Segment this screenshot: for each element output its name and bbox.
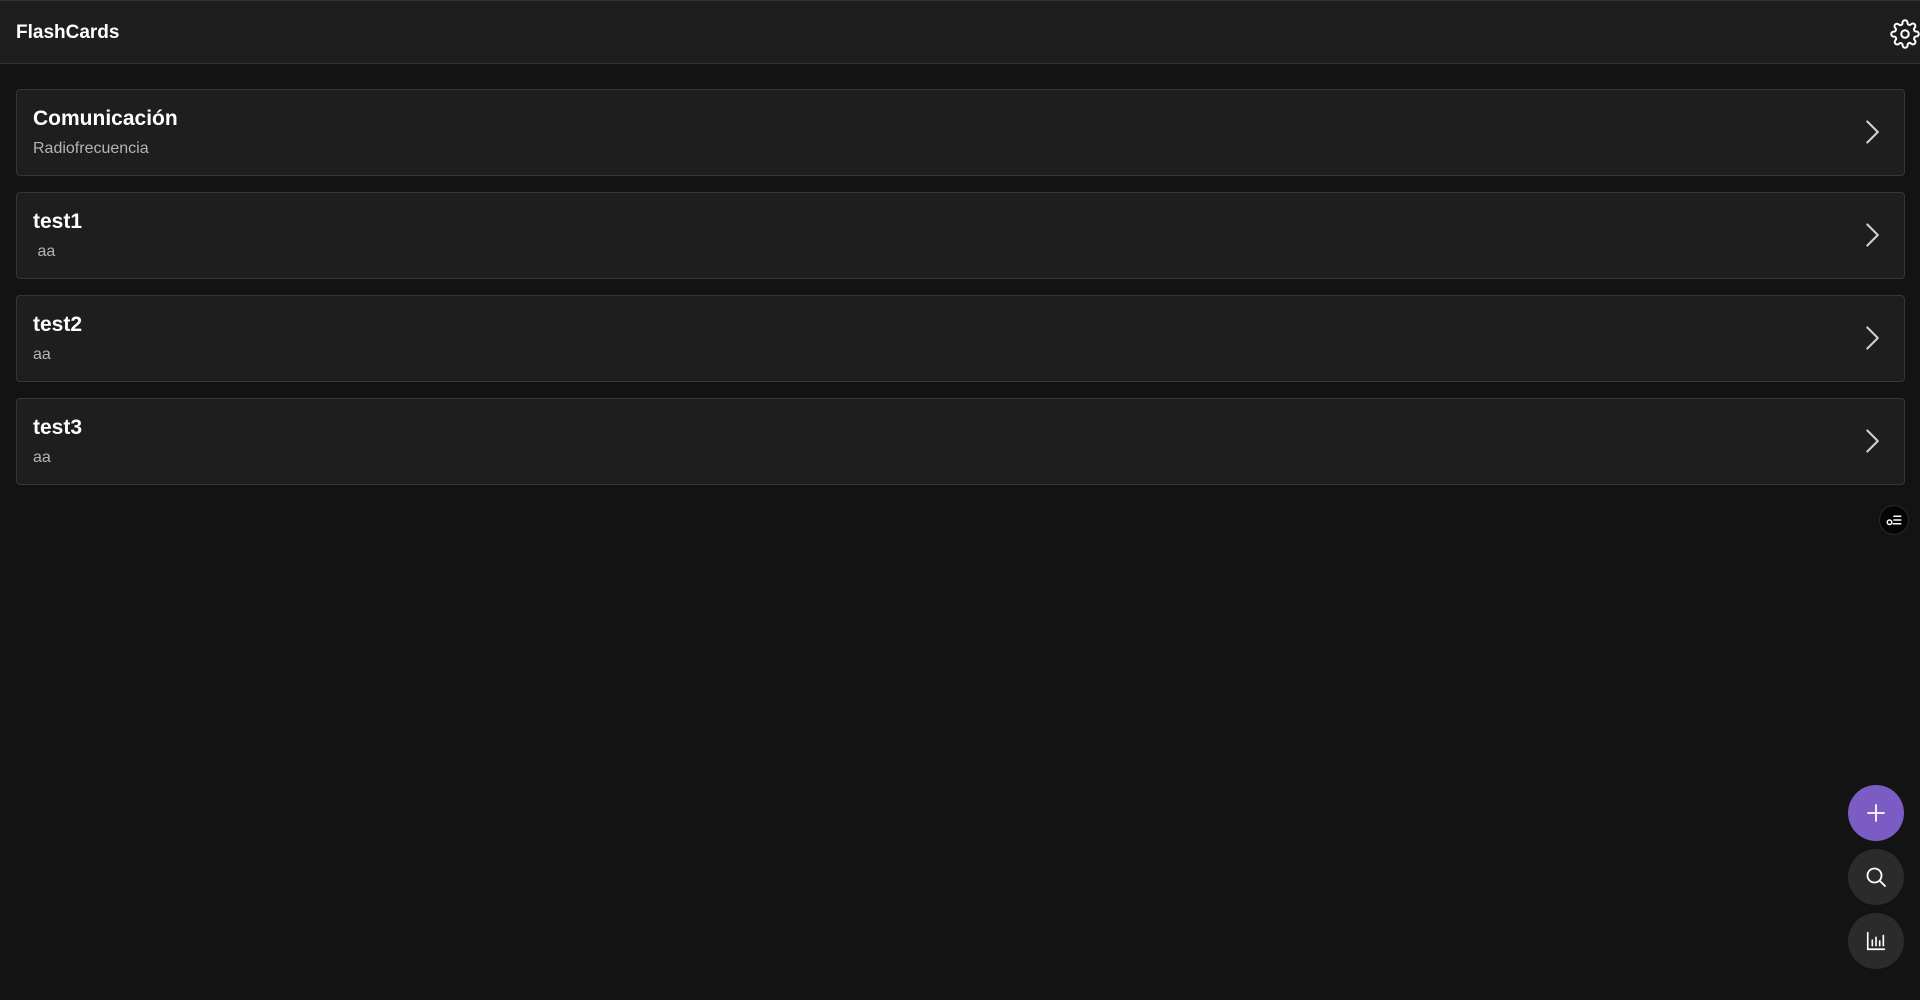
- deck-subtitle: aa: [33, 346, 51, 363]
- deck-card[interactable]: Comunicación Radiofrecuencia: [16, 89, 1905, 176]
- deck-card[interactable]: test2 aa: [16, 295, 1905, 382]
- deck-card[interactable]: test3 aa: [16, 398, 1905, 485]
- bar-chart-icon: [1866, 931, 1886, 951]
- chevron-right-icon: [1866, 429, 1879, 453]
- statistics-button[interactable]: [1848, 913, 1904, 969]
- deck-title: test1: [33, 210, 83, 233]
- search-button[interactable]: [1848, 849, 1904, 905]
- filter-toggle-button[interactable]: [1879, 505, 1909, 535]
- chevron-right-icon: [1866, 223, 1879, 247]
- chevron-right-icon: [1866, 120, 1879, 144]
- deck-title: test2: [33, 313, 83, 336]
- app-header: FlashCards: [0, 0, 1920, 64]
- deck-title: Comunicación: [33, 107, 178, 130]
- search-icon: [1866, 867, 1886, 887]
- deck-subtitle: aa: [33, 243, 56, 260]
- list-filter-icon: [1886, 515, 1902, 526]
- deck-card[interactable]: test1 aa: [16, 192, 1905, 279]
- gear-icon: [1890, 19, 1920, 49]
- deck-title: test3: [33, 416, 83, 439]
- deck-subtitle: aa: [33, 449, 51, 466]
- deck-subtitle: Radiofrecuencia: [33, 140, 149, 157]
- add-deck-button[interactable]: [1848, 785, 1904, 841]
- deck-list: Comunicación Radiofrecuencia test1 aa te…: [16, 89, 1905, 501]
- plus-icon: [1867, 804, 1885, 822]
- app-title: FlashCards: [16, 22, 120, 43]
- chevron-right-icon: [1866, 326, 1879, 350]
- settings-button[interactable]: [1890, 19, 1920, 49]
